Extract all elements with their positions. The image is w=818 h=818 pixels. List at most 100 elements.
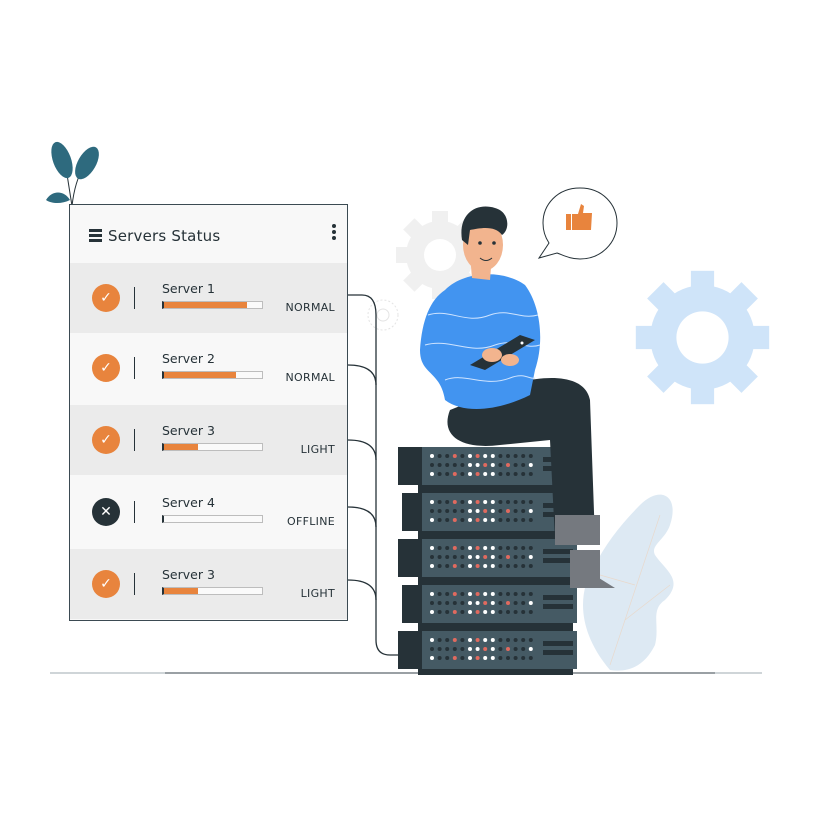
load-progress-bar bbox=[162, 587, 263, 595]
rack-led bbox=[437, 610, 442, 614]
rack-led bbox=[490, 601, 495, 605]
rack-led bbox=[498, 656, 503, 660]
divider bbox=[134, 287, 135, 309]
rack-led bbox=[445, 656, 450, 660]
rack-led bbox=[528, 601, 533, 605]
server-name: Server 3 bbox=[162, 423, 215, 438]
kebab-icon[interactable] bbox=[331, 224, 337, 244]
server-name: Server 2 bbox=[162, 351, 215, 366]
rack-led bbox=[483, 638, 488, 642]
rack-led bbox=[475, 601, 480, 605]
check-icon: ✓ bbox=[92, 354, 120, 382]
rack-led bbox=[468, 656, 472, 660]
menu-icon[interactable] bbox=[89, 229, 102, 242]
rack-led bbox=[430, 610, 434, 614]
load-progress-fill bbox=[164, 372, 236, 378]
rack-led bbox=[445, 601, 450, 605]
status-label: LIGHT bbox=[300, 443, 335, 456]
rack-led bbox=[513, 647, 518, 651]
rack-led bbox=[437, 638, 442, 642]
panel-header: Servers Status bbox=[70, 205, 347, 263]
rack-led bbox=[506, 601, 510, 605]
rack-led bbox=[498, 638, 503, 642]
load-progress-fill bbox=[164, 444, 199, 450]
check-icon: ✓ bbox=[92, 570, 120, 598]
rack-led bbox=[513, 656, 518, 660]
status-label: NORMAL bbox=[285, 371, 335, 384]
rack-led bbox=[445, 610, 450, 614]
rack-led bbox=[513, 601, 518, 605]
divider bbox=[134, 501, 135, 523]
load-progress-bar bbox=[162, 443, 263, 451]
rack-unit-side bbox=[398, 631, 424, 669]
rack-led bbox=[528, 647, 533, 651]
server-name: Server 1 bbox=[162, 281, 215, 296]
divider bbox=[134, 429, 135, 451]
rack-led bbox=[506, 647, 510, 651]
load-progress-bar bbox=[162, 371, 263, 379]
rack-led bbox=[490, 656, 495, 660]
rack-led bbox=[483, 656, 488, 660]
server-row[interactable]: ✓ Server 3 LIGHT bbox=[70, 549, 347, 619]
rack-led bbox=[430, 647, 434, 651]
rack-led bbox=[468, 638, 472, 642]
rack-led bbox=[475, 638, 480, 642]
status-label: OFFLINE bbox=[287, 515, 335, 528]
server-row[interactable]: ✓ Server 3 LIGHT bbox=[70, 405, 347, 475]
load-progress-bar bbox=[162, 515, 263, 523]
rack-led bbox=[437, 647, 442, 651]
server-row[interactable]: ✕ Server 4 OFFLINE bbox=[70, 477, 347, 547]
rack-vent bbox=[543, 604, 573, 609]
rack-vent bbox=[543, 641, 573, 646]
rack-led bbox=[506, 656, 510, 660]
divider bbox=[134, 357, 135, 379]
load-progress-bar bbox=[162, 301, 263, 309]
plant-illustration bbox=[46, 141, 99, 207]
rack-led bbox=[468, 647, 472, 651]
load-progress-fill bbox=[164, 588, 199, 594]
rack-led bbox=[460, 656, 465, 660]
rack-led bbox=[445, 647, 450, 651]
rack-led bbox=[445, 638, 450, 642]
rack-led bbox=[521, 601, 526, 605]
rack-led bbox=[430, 601, 434, 605]
rack-led bbox=[430, 638, 434, 642]
rack-led bbox=[498, 610, 503, 614]
rack-led bbox=[475, 656, 480, 660]
rack-led bbox=[521, 656, 526, 660]
rack-led bbox=[506, 638, 510, 642]
server-name: Server 3 bbox=[162, 567, 215, 582]
rack-led bbox=[437, 656, 442, 660]
rack-led bbox=[498, 601, 503, 605]
server-row[interactable]: ✓ Server 2 NORMAL bbox=[70, 333, 347, 403]
rack-vent bbox=[543, 650, 573, 655]
rack-led bbox=[490, 638, 495, 642]
rack-vent bbox=[543, 595, 573, 600]
check-icon: ✓ bbox=[92, 426, 120, 454]
server-row[interactable]: ✓ Server 1 NORMAL bbox=[70, 263, 347, 333]
load-progress-fill bbox=[164, 302, 248, 308]
check-icon: ✓ bbox=[92, 284, 120, 312]
panel-title: Servers Status bbox=[108, 227, 221, 245]
servers-status-panel: Servers Status ✓ Server 1 NORMAL ✓ Server 2 N… bbox=[69, 204, 348, 621]
rack-led bbox=[452, 638, 457, 642]
rack-led bbox=[513, 638, 518, 642]
speech-bubble bbox=[537, 187, 618, 260]
rack-led bbox=[452, 610, 457, 614]
status-label: NORMAL bbox=[285, 301, 335, 314]
divider bbox=[134, 573, 135, 595]
rack-led bbox=[506, 610, 510, 614]
rack-led bbox=[528, 656, 533, 660]
rack-led bbox=[528, 638, 533, 642]
rack-led bbox=[521, 647, 526, 651]
gear-icon bbox=[635, 270, 770, 405]
rack-led bbox=[460, 647, 465, 651]
rack-led bbox=[483, 610, 488, 614]
close-icon: ✕ bbox=[92, 498, 120, 526]
rack-led bbox=[528, 610, 533, 614]
rack-led bbox=[430, 656, 434, 660]
rack-led bbox=[452, 647, 457, 651]
rack-led bbox=[475, 647, 480, 651]
rack-led bbox=[460, 610, 465, 614]
rack-led bbox=[513, 610, 518, 614]
